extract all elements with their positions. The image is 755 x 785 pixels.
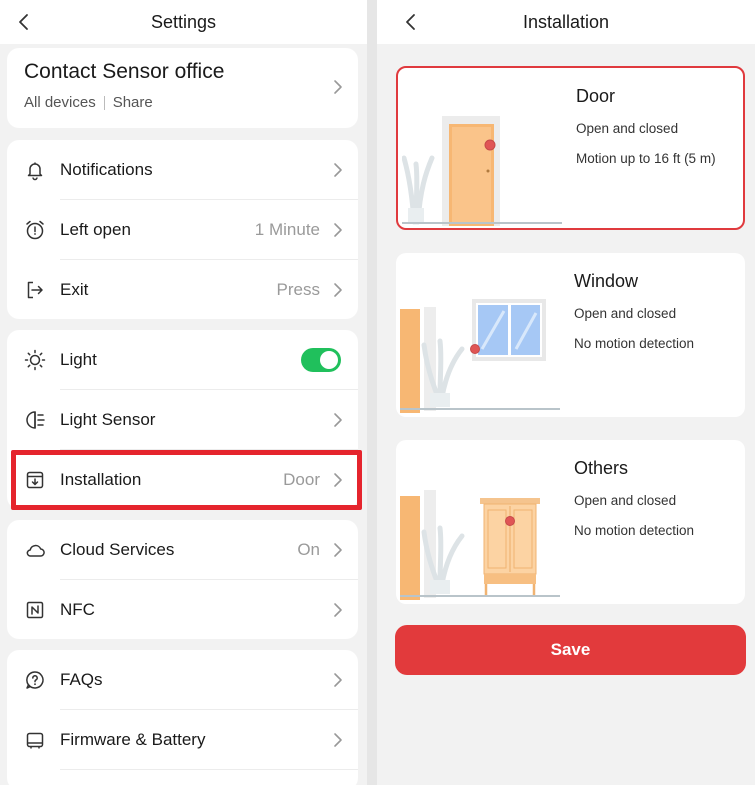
exit-icon (27, 281, 43, 299)
window-illustration (400, 299, 560, 413)
settings-header: Settings (0, 0, 367, 44)
cloud-icon (26, 544, 45, 557)
exit-row[interactable]: Exit Press (7, 260, 358, 320)
device-links: All devices Share (24, 94, 153, 111)
chevron-right-icon (334, 733, 342, 747)
share-link[interactable]: Share (113, 94, 153, 111)
install-box-icon (26, 471, 44, 489)
alarm-clock-icon (26, 220, 44, 240)
page-title: Settings (150, 11, 217, 32)
installation-panel: Installation Door Open and closed Motion… (377, 0, 755, 785)
row-label: FAQs (60, 670, 103, 689)
row-label: Exit (60, 280, 89, 299)
toggle-knob (320, 351, 338, 369)
nfc-icon (26, 601, 44, 619)
option-name: Window (574, 271, 639, 291)
chevron-right-icon (334, 163, 342, 177)
chevron-right-icon (334, 80, 342, 94)
device-name: Contact Sensor office (24, 60, 225, 83)
installation-row[interactable]: Installation Door (7, 450, 358, 510)
light-toggle[interactable] (301, 348, 341, 372)
bell-icon (27, 162, 43, 181)
option-desc-2: No motion detection (574, 336, 695, 351)
back-arrow-icon[interactable] (14, 12, 34, 32)
light-sensor-icon (26, 411, 45, 429)
notifications-row[interactable]: Notifications (7, 140, 358, 200)
device-card[interactable]: Contact Sensor office All devices Share (7, 48, 358, 128)
row-value: 1 Minute (254, 220, 320, 239)
nfc-row[interactable]: NFC (7, 580, 358, 640)
option-window[interactable]: Window Open and closed No motion detecti… (396, 253, 745, 417)
help-group: FAQs Firmware & Battery (7, 650, 358, 785)
panel-divider (367, 0, 377, 785)
option-name: Door (576, 86, 616, 106)
sun-icon (24, 349, 46, 371)
row-label: Notifications (60, 160, 153, 179)
chevron-right-icon (334, 413, 342, 427)
chevron-right-icon (334, 673, 342, 687)
row-value: On (297, 540, 320, 559)
row-label: Cloud Services (60, 540, 175, 559)
page-title: Installation (522, 11, 610, 32)
chevron-right-icon (334, 473, 342, 487)
light-row: Light (7, 330, 358, 390)
option-desc-1: Open and closed (574, 306, 677, 321)
chevron-right-icon (334, 603, 342, 617)
cloud-services-row[interactable]: Cloud Services On (7, 520, 358, 580)
row-label: Light (60, 350, 97, 369)
light-sensor-row[interactable]: Light Sensor (7, 390, 358, 450)
chevron-right-icon (334, 283, 342, 297)
left-open-row[interactable]: Left open 1 Minute (7, 200, 358, 260)
row-label: Installation (60, 470, 142, 489)
back-arrow-icon[interactable] (401, 12, 421, 32)
option-name: Others (574, 458, 629, 478)
chevron-right-icon (334, 223, 342, 237)
option-desc-1: Open and closed (576, 121, 679, 136)
row-label: Light Sensor (60, 410, 156, 429)
light-group: Light Light Sensor Installation Door (7, 330, 358, 509)
all-devices-link[interactable]: All devices (24, 94, 96, 111)
option-desc-2: Motion up to 16 ft (5 m) (576, 151, 716, 166)
row-divider (60, 769, 358, 770)
firmware-icon (26, 732, 44, 749)
link-separator (103, 95, 105, 110)
faqs-row[interactable]: FAQs (7, 650, 358, 710)
services-group: Cloud Services On NFC (7, 520, 358, 639)
row-label: Firmware & Battery (60, 730, 206, 749)
alerts-group: Notifications Left open 1 Minute Exit Pr… (7, 140, 358, 319)
door-illustration (402, 116, 562, 226)
option-desc-1: Open and closed (574, 493, 677, 508)
firmware-battery-row[interactable]: Firmware & Battery (7, 710, 358, 770)
help-bubble-icon (26, 671, 44, 689)
settings-panel: Settings Contact Sensor office All devic… (0, 0, 367, 785)
cabinet-illustration (400, 490, 560, 600)
row-label: Left open (60, 220, 131, 239)
row-value: Press (276, 280, 320, 299)
option-desc-2: No motion detection (574, 523, 695, 538)
row-label: NFC (60, 600, 95, 619)
row-value: Door (283, 470, 320, 489)
option-door[interactable]: Door Open and closed Motion up to 16 ft … (396, 66, 745, 230)
save-button[interactable]: Save (395, 625, 746, 675)
installation-header: Installation (377, 0, 755, 44)
option-others[interactable]: Others Open and closed No motion detecti… (396, 440, 745, 604)
chevron-right-icon (334, 543, 342, 557)
